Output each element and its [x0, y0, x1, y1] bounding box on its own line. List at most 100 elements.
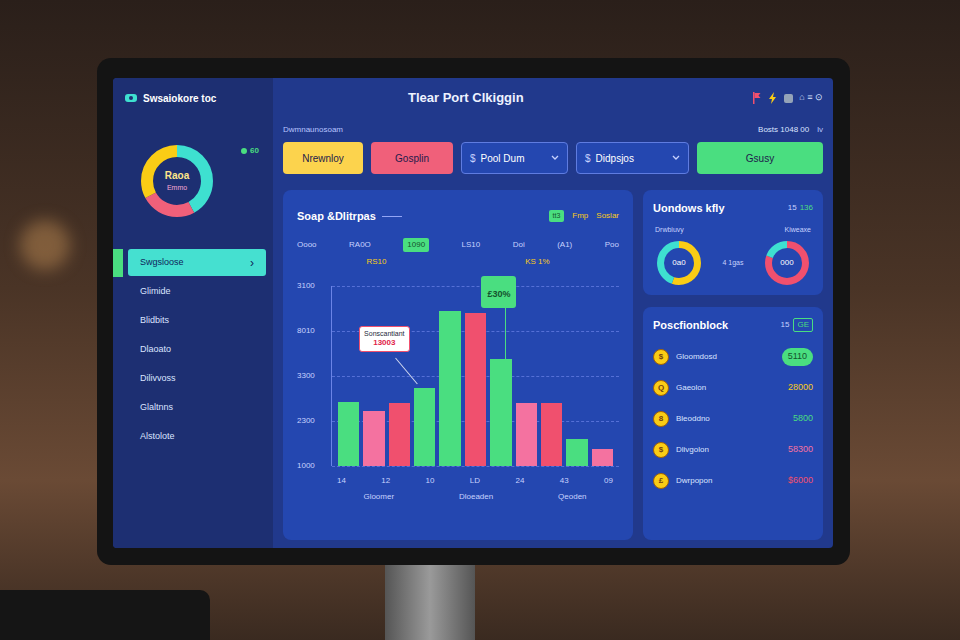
- main-area: Tlear Port Clkiggin ⌂ ≡ ⊙ DwmnaunosoamBost…: [273, 78, 833, 548]
- button-label[interactable]: Gosplin: [395, 151, 429, 166]
- selection-marker: [113, 249, 123, 277]
- button-label[interactable]: Gsusy: [746, 151, 774, 166]
- sidebar-item-label[interactable]: Swgsloose: [140, 256, 184, 270]
- meta: 15: [788, 202, 797, 214]
- legend-item: Fmp: [572, 210, 588, 222]
- chart-bar[interactable]: [414, 388, 435, 466]
- header-cell: Oooo: [297, 238, 317, 252]
- position-row[interactable]: $Gloomdosd5110: [653, 342, 813, 373]
- position-value: 58300: [788, 443, 813, 457]
- chart-bar[interactable]: [541, 403, 562, 466]
- y-tick: 3100: [297, 282, 331, 290]
- sidebar-item-box[interactable]: Alstolote: [128, 423, 266, 450]
- chart-bar[interactable]: [592, 449, 613, 466]
- donut-chart: [141, 145, 213, 217]
- position-row[interactable]: QGaeolon28000: [653, 373, 813, 404]
- donut-text: 000: [780, 257, 793, 269]
- sidebar-item-label[interactable]: Dilivvoss: [140, 372, 176, 386]
- summary-labels: DrwbiuvyKiweaxe: [653, 225, 813, 236]
- y-axis: 31008010330023001000: [297, 282, 331, 470]
- toolbar-caption: DwmnaunosoamBosts 1048 00lv: [283, 118, 823, 142]
- badge-text: £30%: [487, 289, 510, 299]
- page-title: Tlear Port Clkiggin: [408, 88, 524, 108]
- sidebar-item[interactable]: Dilivvoss: [113, 364, 273, 393]
- selection-marker: [113, 278, 123, 306]
- sidebar-item[interactable]: Glaltnns: [113, 393, 273, 422]
- y-tick: 1000: [297, 462, 331, 470]
- chart-bar[interactable]: [465, 313, 486, 466]
- selection-marker: [113, 307, 123, 335]
- logo-row: Swsaiokore toc: [113, 78, 273, 118]
- coin-icon: Q: [653, 380, 669, 396]
- toolbar-button[interactable]: Gosplin: [371, 142, 453, 174]
- x-tick: 10: [426, 475, 435, 487]
- sidebar-item[interactable]: Swgsloose›: [113, 248, 273, 277]
- position-row[interactable]: 8Bleoddno5800: [653, 404, 813, 435]
- filter-dropdown[interactable]: $Pool Dum: [461, 142, 568, 174]
- status-dot: [241, 148, 247, 154]
- sidebar-item[interactable]: Alstolote: [113, 422, 273, 451]
- logo-icon: [125, 93, 137, 103]
- sidebar-item[interactable]: Blidbits: [113, 306, 273, 335]
- sidebar-item-label[interactable]: Alstolote: [140, 430, 175, 444]
- chart-bar[interactable]: [490, 359, 511, 466]
- toolbar-button[interactable]: Nrewnloy: [283, 142, 363, 174]
- chart-bar[interactable]: [389, 403, 410, 466]
- donut-segment: [147, 151, 207, 211]
- header-meta[interactable]: ⌂ ≡ ⊙: [799, 91, 823, 105]
- button-label[interactable]: Nrewnloy: [302, 151, 344, 166]
- value-badge: £30%: [481, 276, 516, 308]
- filter-dropdown[interactable]: $Didpsjos: [576, 142, 689, 174]
- sidebar-item[interactable]: Glimide: [113, 277, 273, 306]
- x-tick: 43: [560, 475, 569, 487]
- sidebar-item-box[interactable]: Glimide: [128, 278, 266, 305]
- donut-segment: [769, 245, 806, 282]
- tooltip-connector: [395, 357, 418, 384]
- status-count: 60: [250, 145, 259, 157]
- bolt-icon: [768, 92, 778, 104]
- sidebar-item-label[interactable]: Glimide: [140, 285, 171, 299]
- sidebar-item-box[interactable]: Dlaoato: [128, 336, 266, 363]
- monitor-stand: [385, 565, 475, 640]
- dropdown-label[interactable]: Didpsjos: [596, 151, 634, 166]
- sidebar-item-label[interactable]: Blidbits: [140, 314, 169, 328]
- y-tick: 2300: [297, 417, 331, 425]
- sidebar-item-box[interactable]: Blidbits: [128, 307, 266, 334]
- sidebar-item-box[interactable]: Dilivvoss: [128, 365, 266, 392]
- summary-donut: 0a0: [657, 241, 701, 285]
- position-label: Dwrpopon: [676, 475, 712, 487]
- x-label: Qeoden: [558, 491, 586, 503]
- toolbar-button[interactable]: Gsusy: [697, 142, 823, 174]
- title-rule: [382, 216, 402, 217]
- sidebar-item-box[interactable]: Glaltnns: [128, 394, 266, 421]
- sidebar-item-box[interactable]: Swgsloose›: [128, 249, 266, 276]
- sidebar-item-label[interactable]: Dlaoato: [140, 343, 171, 357]
- position-row[interactable]: £Dwrpopon$6000: [653, 466, 813, 497]
- summary-label: Kiweaxe: [785, 225, 811, 236]
- x-tick: 09: [604, 475, 613, 487]
- dropdown-label[interactable]: Pool Dum: [481, 151, 525, 166]
- meta: 15: [781, 319, 790, 331]
- tooltip-value: 13003: [373, 338, 395, 348]
- plot-row: 31008010330023001000Sonscantiant13003£30…: [297, 286, 619, 470]
- stats-value: Bosts 1048 00: [758, 124, 809, 136]
- chart-bar[interactable]: [516, 403, 537, 466]
- chart-bar[interactable]: [439, 311, 460, 466]
- chart-bar[interactable]: [566, 439, 587, 466]
- square-icon[interactable]: [784, 94, 793, 103]
- header-cell: 1090: [403, 238, 429, 252]
- donut-segment: [147, 151, 207, 211]
- coin-icon: $: [653, 349, 669, 365]
- sidebar-item[interactable]: Dlaoato: [113, 335, 273, 364]
- position-row[interactable]: $Dlivgolon58300: [653, 435, 813, 466]
- chart-bar[interactable]: [363, 411, 384, 466]
- coin-icon: £: [653, 473, 669, 489]
- legend-badge: tt3: [549, 210, 565, 223]
- chart-bar[interactable]: [338, 402, 359, 466]
- sidebar: Swsaiokore tocRaoaEmmo60Swgsloose›Glimid…: [113, 78, 273, 548]
- x-label: Gloomer: [363, 491, 394, 503]
- sidebar-item-label[interactable]: Glaltnns: [140, 401, 173, 415]
- donut-segment: [661, 245, 698, 282]
- position-value: 28000: [788, 381, 813, 395]
- positions-meta: 15GE: [781, 318, 813, 332]
